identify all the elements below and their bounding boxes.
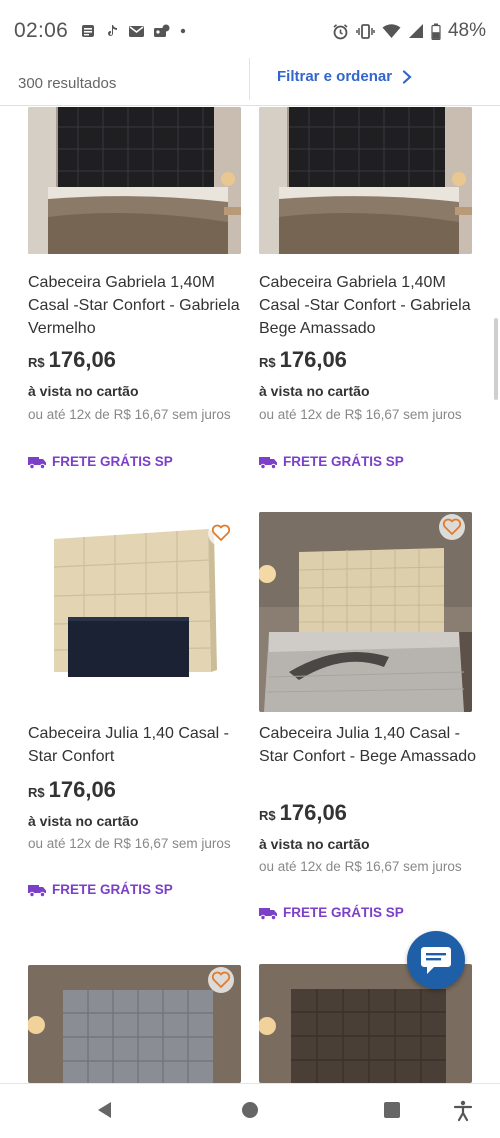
wifi-icon xyxy=(382,24,401,38)
news-icon xyxy=(82,25,95,37)
product-price: R$ 176,06 xyxy=(28,347,116,373)
nav-home-button[interactable] xyxy=(240,1100,260,1125)
payment-cash-label: à vista no cartão xyxy=(28,383,139,399)
recents-icon xyxy=(384,1102,400,1118)
free-shipping-text: FRETE GRÁTIS SP xyxy=(283,454,404,469)
price-value: 176,06 xyxy=(279,347,347,372)
product-card[interactable]: Cabeceira Gabriela 1,40M Casal -Star Con… xyxy=(259,107,472,487)
free-shipping-badge: FRETE GRÁTIS SP xyxy=(259,905,404,920)
dot-icon xyxy=(180,28,186,34)
truck-icon xyxy=(28,456,46,469)
free-shipping-badge: FRETE GRÁTIS SP xyxy=(28,454,173,469)
favorite-button[interactable] xyxy=(208,520,234,546)
free-shipping-text: FRETE GRÁTIS SP xyxy=(52,454,173,469)
status-time: 02:06 xyxy=(14,19,69,42)
truck-icon xyxy=(259,907,277,920)
installments-text: ou até 12x de R$ 16,67 sem juros xyxy=(259,859,462,874)
product-image[interactable] xyxy=(28,512,241,712)
header-divider xyxy=(249,58,250,100)
price-currency: R$ xyxy=(259,808,276,823)
product-image[interactable] xyxy=(259,107,472,254)
truck-icon xyxy=(259,456,277,469)
filter-sort-label: Filtrar e ordenar xyxy=(277,68,393,85)
heart-icon xyxy=(211,524,231,541)
price-value: 176,06 xyxy=(279,800,347,825)
alarm-icon xyxy=(333,23,348,39)
signal-icon xyxy=(408,24,423,38)
truck-icon xyxy=(28,884,46,897)
product-image[interactable] xyxy=(28,965,241,1083)
price-value: 176,06 xyxy=(48,777,116,802)
status-bar: 02:06 48% xyxy=(0,0,500,62)
installments-text: ou até 12x de R$ 16,67 sem juros xyxy=(28,836,231,851)
results-count: 300 resultados xyxy=(18,75,117,92)
accessibility-icon xyxy=(453,1100,473,1122)
price-currency: R$ xyxy=(28,785,45,800)
photos-icon xyxy=(154,24,170,37)
filter-sort-button[interactable]: Filtrar e ordenar xyxy=(277,68,412,85)
product-price: R$ 176,06 xyxy=(28,777,116,803)
product-title[interactable]: Cabeceira Julia 1,40 Casal - Star Confor… xyxy=(259,722,489,768)
product-price: R$ 176,06 xyxy=(259,800,347,826)
heart-icon xyxy=(442,518,462,535)
nav-back-button[interactable] xyxy=(95,1100,115,1125)
product-image[interactable] xyxy=(28,107,241,254)
battery-icon xyxy=(431,23,441,40)
payment-cash-label: à vista no cartão xyxy=(259,836,370,852)
chevron-right-icon xyxy=(402,69,412,84)
product-price: R$ 176,06 xyxy=(259,347,347,373)
favorite-button[interactable] xyxy=(208,967,234,993)
free-shipping-badge: FRETE GRÁTIS SP xyxy=(28,882,173,897)
system-nav-bar xyxy=(0,1083,500,1138)
installments-text: ou até 12x de R$ 16,67 sem juros xyxy=(28,407,231,422)
chat-button[interactable] xyxy=(407,931,465,989)
nav-accessibility-button[interactable] xyxy=(452,1100,474,1127)
installments-text: ou até 12x de R$ 16,67 sem juros xyxy=(259,407,462,422)
free-shipping-text: FRETE GRÁTIS SP xyxy=(52,882,173,897)
mail-icon xyxy=(129,26,145,37)
home-icon xyxy=(242,1102,258,1118)
vibrate-icon xyxy=(356,23,375,39)
product-title[interactable]: Cabeceira Gabriela 1,40M Casal -Star Con… xyxy=(259,271,489,340)
back-icon xyxy=(98,1102,111,1118)
product-card[interactable]: Cabeceira Julia 1,40 Casal - Star Confor… xyxy=(28,512,241,912)
product-image[interactable] xyxy=(259,512,472,712)
heart-icon xyxy=(211,971,231,988)
results-header: 300 resultados Filtrar e ordenar xyxy=(0,58,500,106)
product-card[interactable]: Cabeceira Julia 1,40 Casal - Star Confor… xyxy=(259,512,476,932)
free-shipping-text: FRETE GRÁTIS SP xyxy=(283,905,404,920)
free-shipping-badge: FRETE GRÁTIS SP xyxy=(259,454,404,469)
chat-icon xyxy=(421,947,451,974)
status-system-icons: 48% xyxy=(332,20,486,42)
scrollbar[interactable] xyxy=(494,318,498,400)
payment-cash-label: à vista no cartão xyxy=(259,383,370,399)
payment-cash-label: à vista no cartão xyxy=(28,813,139,829)
favorite-button[interactable] xyxy=(439,514,465,540)
product-title[interactable]: Cabeceira Julia 1,40 Casal - Star Confor… xyxy=(28,722,258,768)
nav-recents-button[interactable] xyxy=(382,1100,402,1125)
price-currency: R$ xyxy=(259,355,276,370)
battery-percentage: 48% xyxy=(447,20,486,41)
product-title[interactable]: Cabeceira Gabriela 1,40M Casal -Star Con… xyxy=(28,271,258,340)
status-notification-icons xyxy=(80,23,187,39)
product-card[interactable]: Cabeceira Gabriela 1,40M Casal -Star Con… xyxy=(28,107,241,487)
tiktok-icon xyxy=(108,25,118,36)
price-currency: R$ xyxy=(28,355,45,370)
price-value: 176,06 xyxy=(48,347,116,372)
product-card[interactable] xyxy=(28,965,241,1083)
